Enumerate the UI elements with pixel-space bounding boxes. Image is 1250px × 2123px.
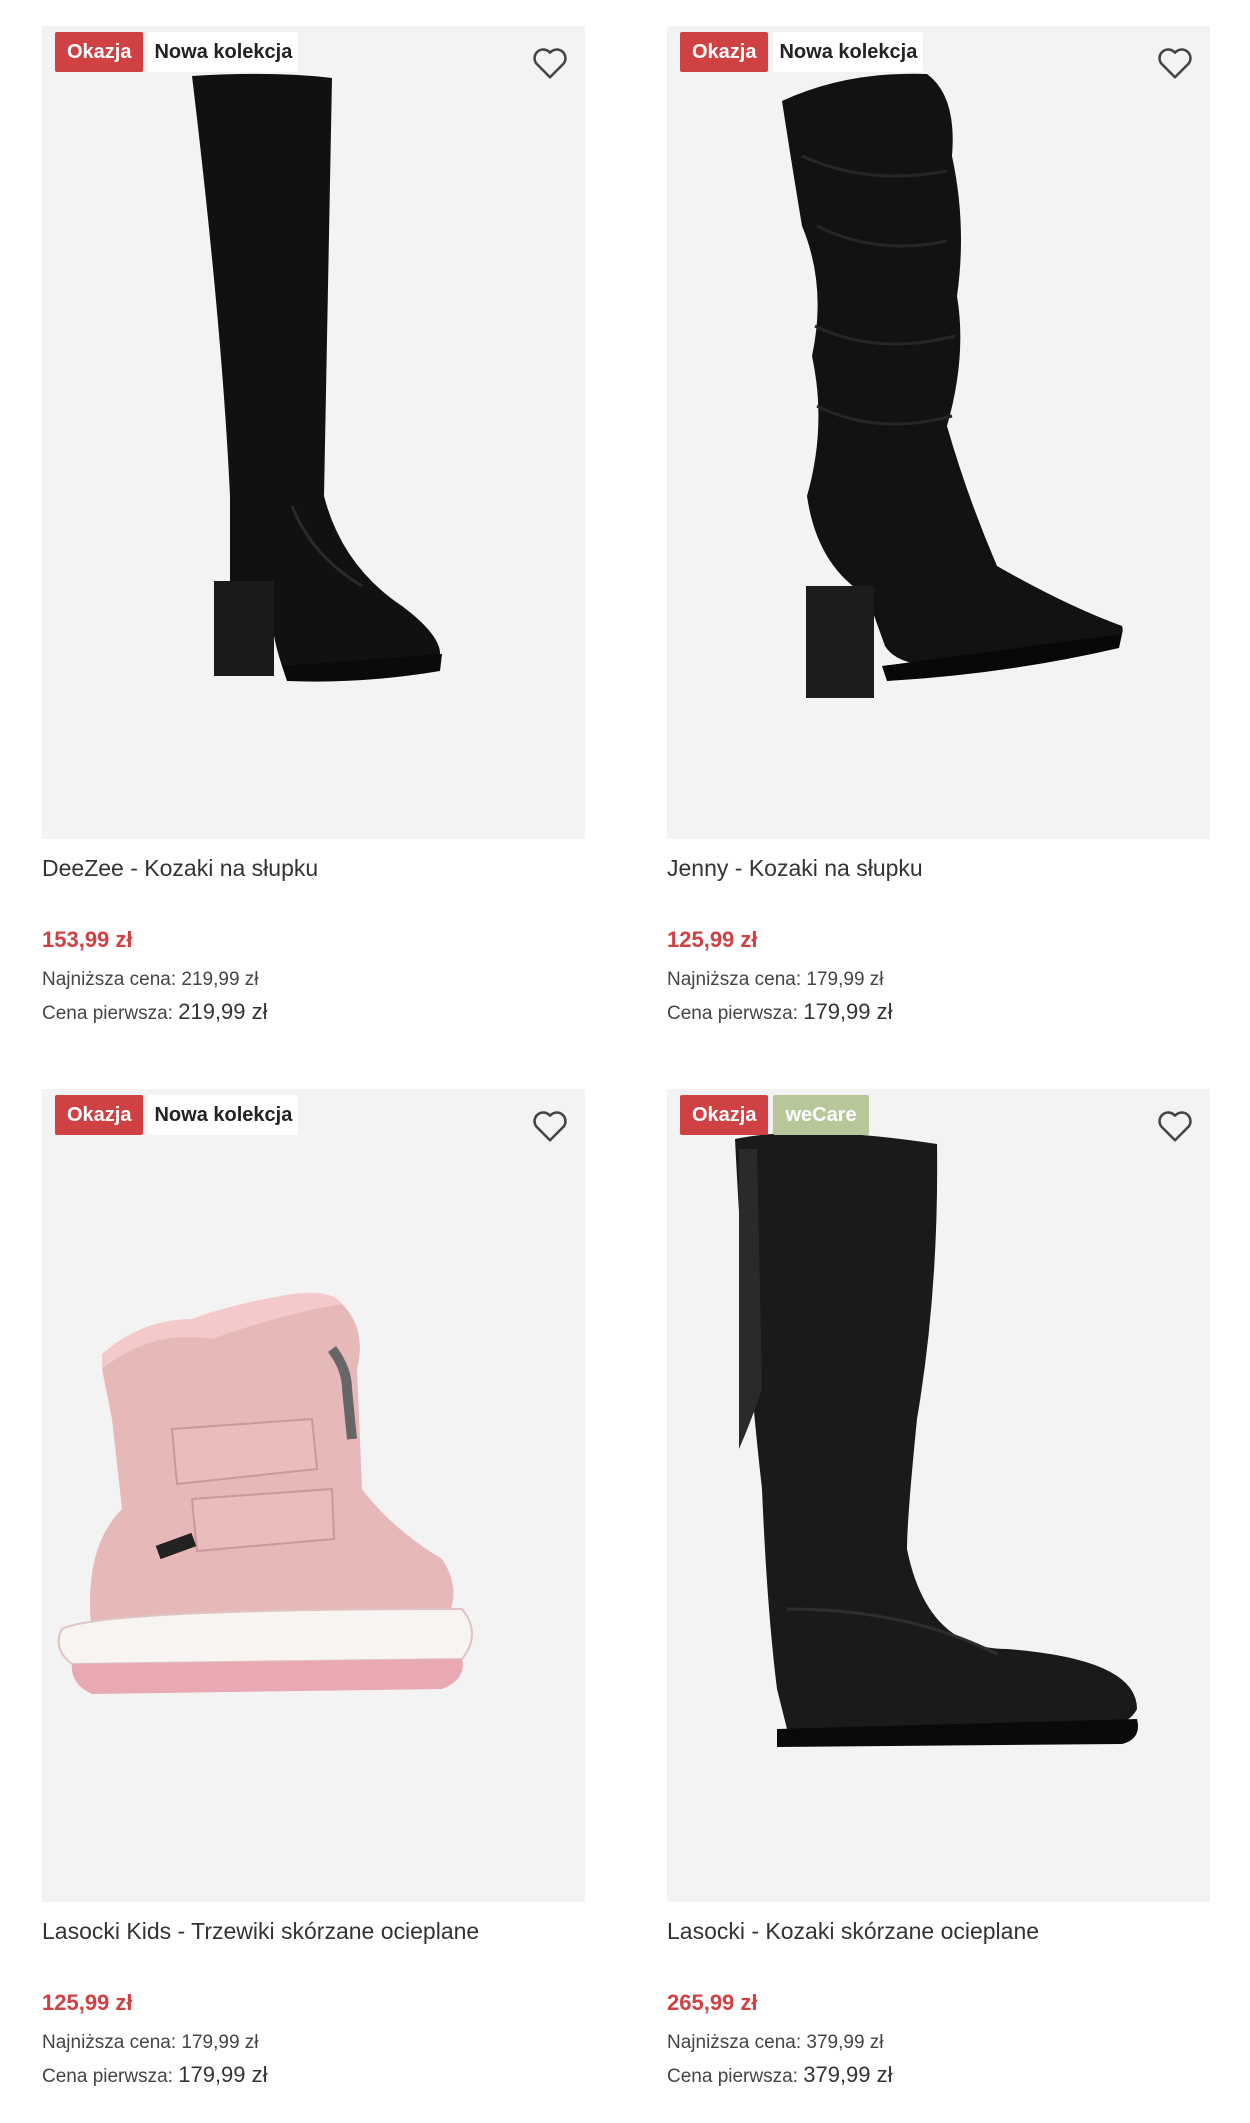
lowest-price-value: 219,99 zł (181, 969, 259, 990)
sale-badge: Okazja (55, 32, 144, 72)
product-image-2[interactable]: Okazja Nowa kolekcja (667, 26, 1210, 839)
product-title[interactable]: DeeZee - Kozaki na słupku (42, 855, 318, 882)
new-collection-badge: Nowa kolekcja (148, 1095, 299, 1135)
heart-outline-icon[interactable] (531, 45, 569, 81)
lowest-price-label: Najniższa cena: (667, 969, 802, 990)
first-price-label: Cena pierwsza: (42, 2066, 173, 2087)
lowest-price-row: Najniższa cena: 219,99 zł (42, 969, 259, 991)
new-collection-badge: Nowa kolekcja (773, 32, 924, 72)
pink-kids-winter-boot-image (57, 1292, 473, 1694)
first-price-value: 379,99 zł (803, 2062, 893, 2087)
first-price-label: Cena pierwsza: (667, 2066, 798, 2087)
sale-badge: Okazja (680, 1095, 769, 1135)
first-price-value: 179,99 zł (803, 999, 893, 1024)
product-price: 125,99 zł (667, 927, 758, 952)
product-image-4[interactable]: Okazja weCare (667, 1089, 1210, 1902)
black-leather-riding-boot-image (735, 1132, 1138, 1747)
product-price: 265,99 zł (667, 1990, 758, 2015)
lowest-price-label: Najniższa cena: (42, 969, 177, 990)
wecare-badge: weCare (773, 1095, 869, 1135)
first-price-label: Cena pierwsza: (42, 1003, 173, 1024)
lowest-price-label: Najniższa cena: (667, 2032, 802, 2053)
sale-badge: Okazja (680, 32, 769, 72)
first-price-row: Cena pierwsza: 179,99 zł (667, 999, 893, 1025)
first-price-row: Cena pierwsza: 379,99 zł (667, 2062, 893, 2088)
product-title[interactable]: Lasocki Kids - Trzewiki skórzane ociepla… (42, 1918, 479, 1945)
lowest-price-row: Najniższa cena: 379,99 zł (667, 2032, 884, 2054)
lowest-price-value: 379,99 zł (806, 2032, 884, 2053)
product-image-1[interactable]: Okazja Nowa kolekcja (42, 26, 585, 839)
new-collection-badge: Nowa kolekcja (148, 32, 299, 72)
black-slouch-boot-image (782, 73, 1123, 698)
first-price-row: Cena pierwsza: 219,99 zł (42, 999, 268, 1025)
lowest-price-value: 179,99 zł (806, 969, 884, 990)
lowest-price-value: 179,99 zł (181, 2032, 259, 2053)
black-over-knee-boot-image (192, 73, 442, 682)
first-price-label: Cena pierwsza: (667, 1003, 798, 1024)
heart-outline-icon[interactable] (531, 1108, 569, 1144)
heart-outline-icon[interactable] (1156, 45, 1194, 81)
lowest-price-row: Najniższa cena: 179,99 zł (667, 969, 884, 991)
product-image-3[interactable]: Okazja Nowa kolekcja (42, 1089, 585, 1902)
first-price-row: Cena pierwsza: 179,99 zł (42, 2062, 268, 2088)
product-title[interactable]: Lasocki - Kozaki skórzane ocieplane (667, 1918, 1039, 1945)
first-price-value: 219,99 zł (178, 999, 268, 1024)
lowest-price-row: Najniższa cena: 179,99 zł (42, 2032, 259, 2054)
product-price: 125,99 zł (42, 1990, 133, 2015)
product-price: 153,99 zł (42, 927, 133, 952)
product-title[interactable]: Jenny - Kozaki na słupku (667, 855, 923, 882)
first-price-value: 179,99 zł (178, 2062, 268, 2087)
sale-badge: Okazja (55, 1095, 144, 1135)
lowest-price-label: Najniższa cena: (42, 2032, 177, 2053)
heart-outline-icon[interactable] (1156, 1108, 1194, 1144)
